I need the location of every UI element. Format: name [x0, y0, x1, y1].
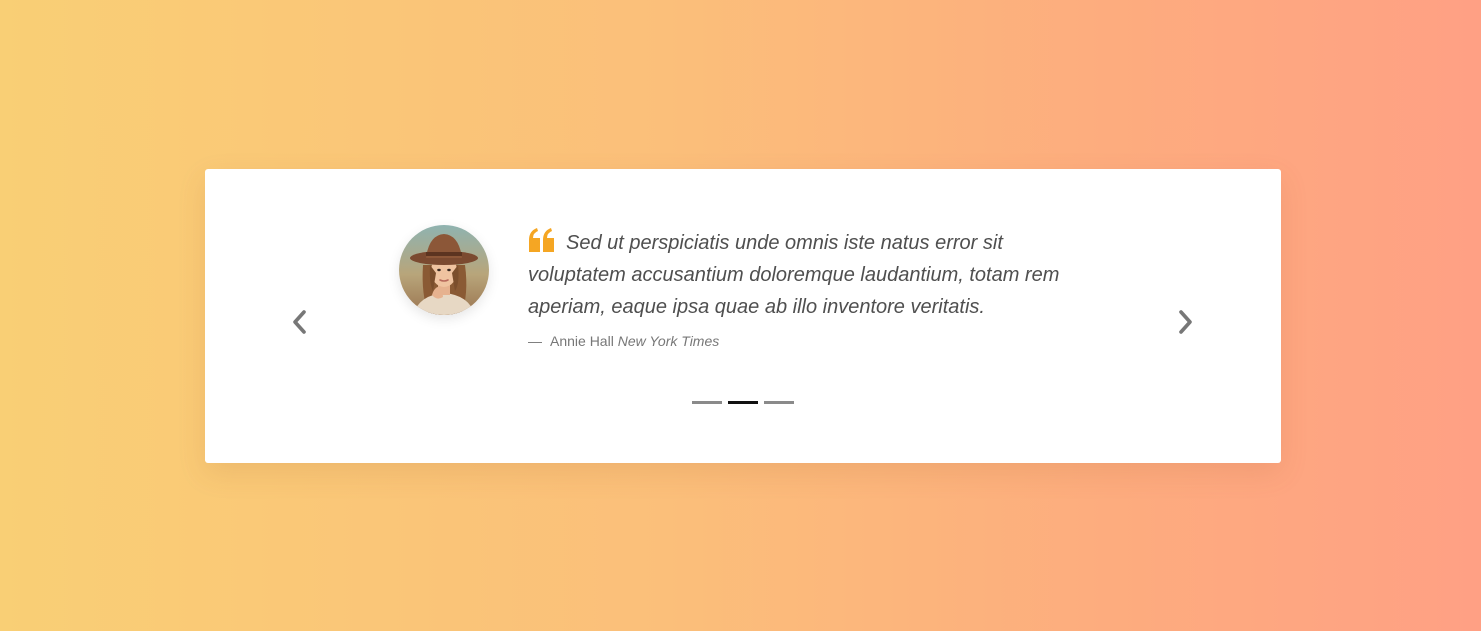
author-name: Annie Hall — [550, 333, 614, 349]
quote-icon — [528, 228, 556, 252]
testimonial-quote: Sed ut perspiciatis unde omnis iste natu… — [528, 227, 1088, 323]
chevron-right-icon — [1179, 310, 1192, 334]
slide-indicator-1[interactable] — [692, 401, 722, 404]
next-slide-button[interactable] — [1174, 307, 1198, 337]
slide-indicator-2[interactable] — [728, 401, 758, 404]
slide-indicator-3[interactable] — [764, 401, 794, 404]
author-source: New York Times — [617, 333, 720, 349]
carousel-indicators — [692, 401, 794, 404]
testimonial-card: Sed ut perspiciatis unde omnis iste natu… — [205, 169, 1281, 463]
chevron-left-icon — [293, 310, 306, 334]
quote-text: Sed ut perspiciatis unde omnis iste natu… — [528, 232, 1060, 318]
prev-slide-button[interactable] — [287, 307, 311, 337]
attribution: — Annie Hall New York Times — [528, 333, 1088, 349]
testimonial-content: Sed ut perspiciatis unde omnis iste natu… — [528, 227, 1088, 349]
attribution-dash: — — [528, 333, 542, 349]
author-avatar — [399, 225, 489, 315]
